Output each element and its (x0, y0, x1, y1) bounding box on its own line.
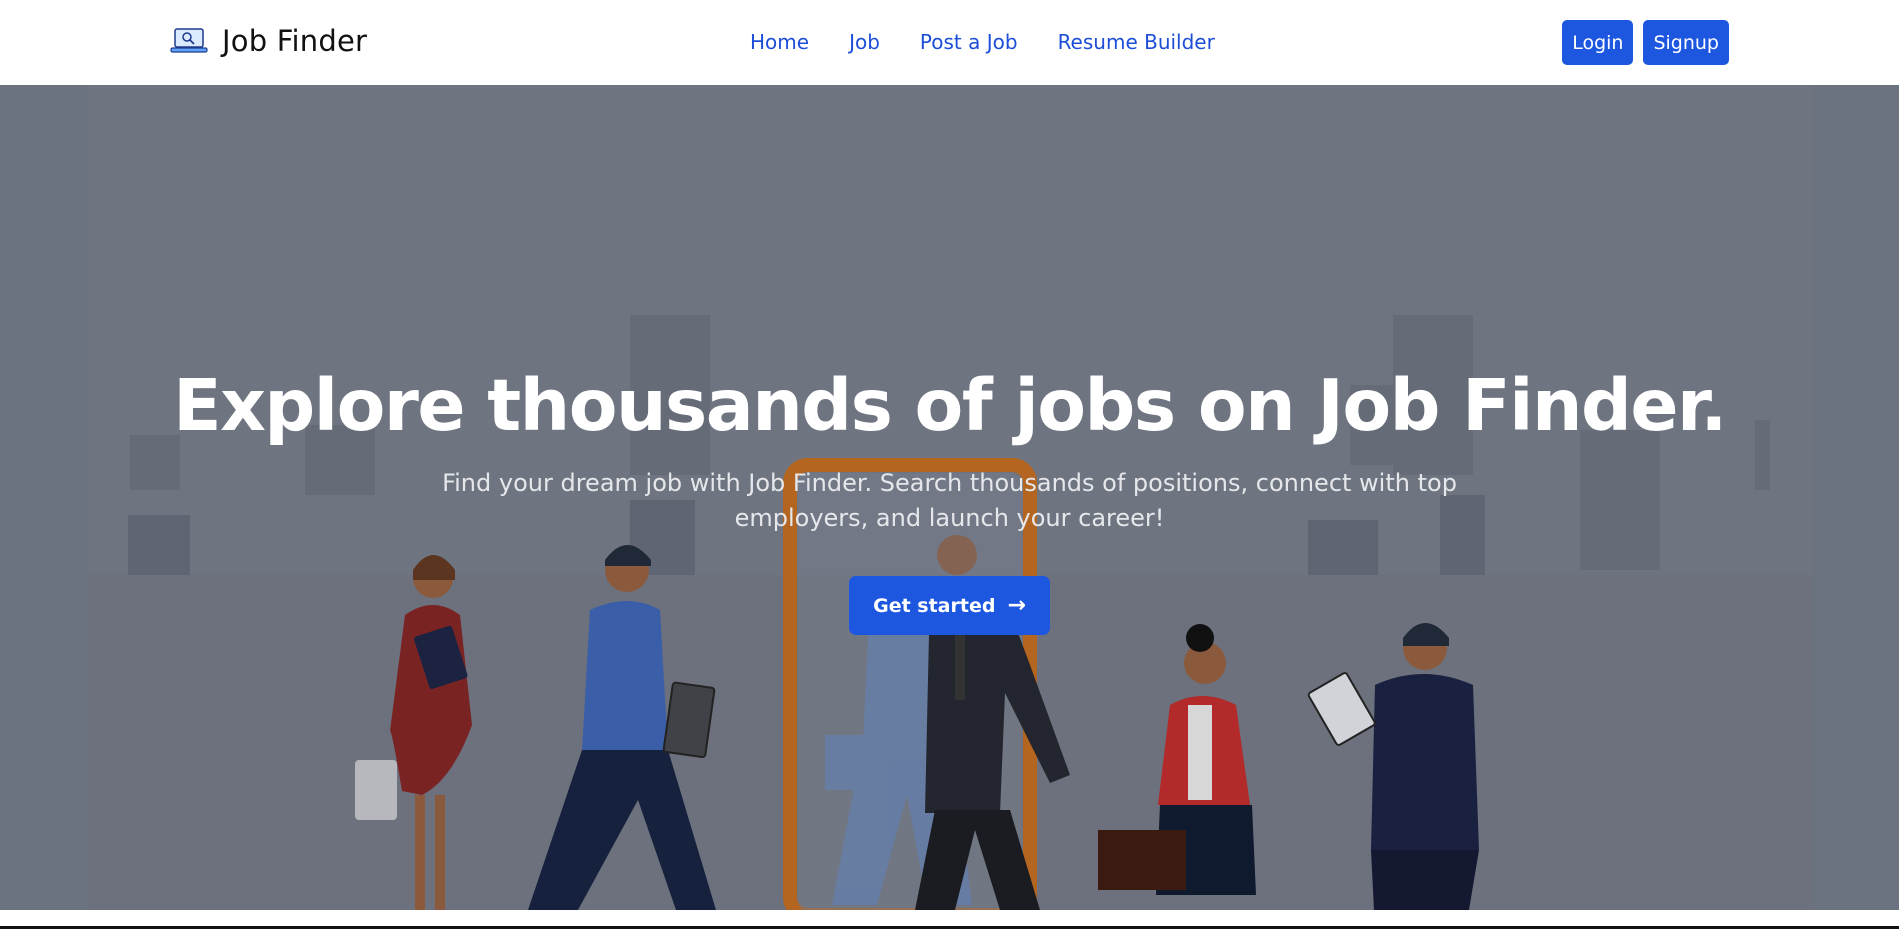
signup-button[interactable]: Signup (1643, 20, 1729, 65)
nav-actions: Login Signup (1562, 20, 1729, 65)
login-button[interactable]: Login (1562, 20, 1634, 65)
get-started-label: Get started (873, 594, 996, 617)
hero-subtitle: Find your dream job with Job Finder. Sea… (442, 469, 1457, 532)
nav-link-home[interactable]: Home (750, 30, 809, 54)
laptop-search-icon (170, 28, 208, 53)
hero-content: Explore thousands of jobs on Job Finder.… (0, 370, 1899, 635)
hero: Explore thousands of jobs on Job Finder.… (0, 85, 1899, 910)
main-nav: Home Job Post a Job Resume Builder (750, 30, 1255, 54)
nav-link-post-a-job[interactable]: Post a Job (920, 30, 1018, 54)
hero-title: Explore thousands of jobs on Job Finder. (173, 364, 1727, 447)
brand-name: Job Finder (222, 24, 368, 58)
get-started-button[interactable]: Get started → (849, 576, 1050, 635)
navbar: Job Finder Home Job Post a Job Resume Bu… (0, 0, 1899, 85)
brand[interactable]: Job Finder (170, 24, 367, 58)
nav-link-resume-builder[interactable]: Resume Builder (1058, 30, 1215, 54)
nav-link-job[interactable]: Job (849, 30, 880, 54)
arrow-right-icon: → (1007, 593, 1026, 618)
